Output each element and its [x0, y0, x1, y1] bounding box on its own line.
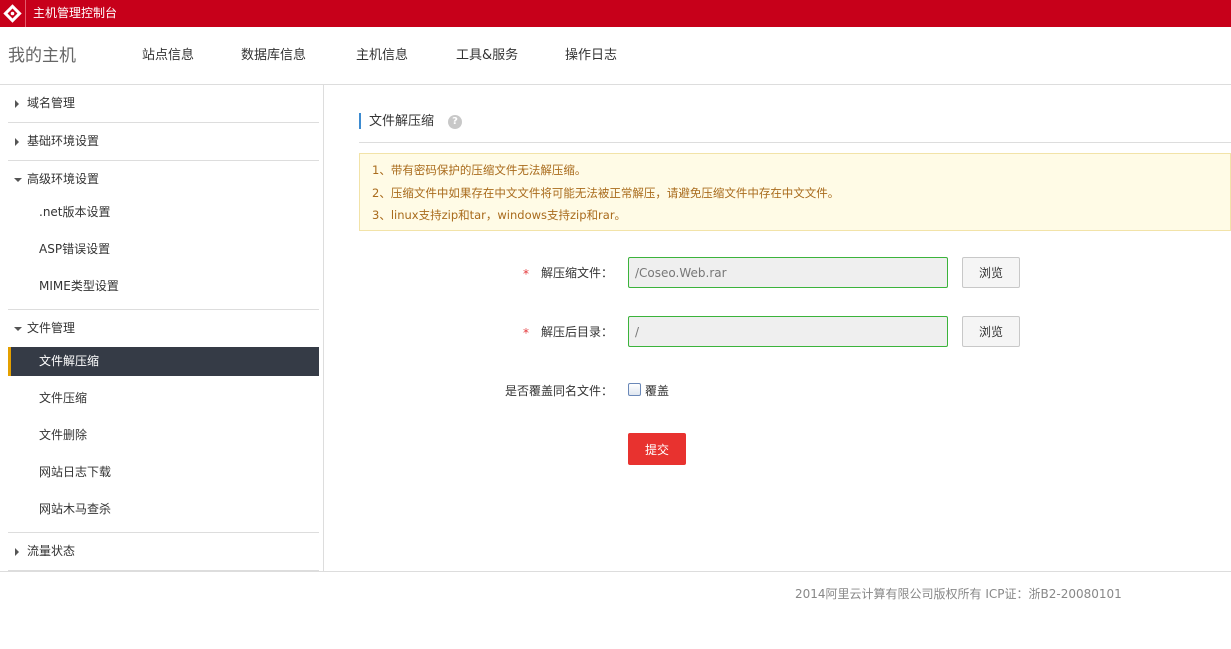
sidebar-group-file-manage[interactable]: 文件管理	[8, 310, 319, 348]
browse-target-button[interactable]: 浏览	[962, 316, 1020, 347]
required-mark: *	[523, 326, 529, 340]
caret-down-icon	[14, 327, 22, 331]
overwrite-checkbox[interactable]	[628, 383, 641, 396]
caret-right-icon	[15, 548, 19, 556]
caret-right-icon	[15, 100, 19, 108]
caret-down-icon	[14, 178, 22, 182]
sidebar-group-basic-env[interactable]: 基础环境设置	[8, 123, 319, 161]
notice-box: 1、带有密码保护的压缩文件无法解压缩。 2、压缩文件中如果存在中文文件将可能无法…	[359, 153, 1231, 231]
app-title: 主机管理控制台	[33, 6, 118, 20]
question-icon[interactable]: ?	[448, 115, 462, 129]
sidebar-item-label: MIME类型设置	[39, 279, 119, 293]
sidebar-item-label: 网站木马查杀	[39, 502, 112, 516]
sidebar-group-label: 高级环境设置	[27, 172, 100, 186]
sidebar-item-file-delete[interactable]: 文件删除	[8, 421, 319, 450]
nav-tools-services[interactable]: 工具&服务	[456, 48, 518, 64]
aliyun-logo-icon[interactable]	[0, 0, 26, 27]
sidebar-group-advanced-env[interactable]: 高级环境设置	[8, 161, 319, 199]
caret-right-icon	[15, 138, 19, 146]
sidebar-item-label: .net版本设置	[39, 205, 111, 219]
nav-site-info[interactable]: 站点信息	[142, 48, 194, 64]
notice-line: 1、带有密码保护的压缩文件无法解压缩。	[372, 163, 587, 177]
submit-button[interactable]: 提交	[628, 433, 686, 465]
nav-database-info[interactable]: 数据库信息	[241, 48, 306, 64]
sidebar-item-trojan-scan[interactable]: 网站木马查杀	[8, 495, 319, 524]
sidebar-item-label: 文件解压缩	[39, 354, 100, 368]
sidebar-group-label: 流量状态	[27, 544, 76, 558]
footer-divider	[0, 571, 1231, 572]
brand-title[interactable]: 我的主机	[8, 46, 76, 66]
archive-file-label: 解压缩文件：	[541, 266, 614, 280]
overwrite-label: 是否覆盖同名文件：	[505, 384, 614, 398]
sidebar-item-label: ASP错误设置	[39, 242, 111, 256]
sidebar-group-traffic[interactable]: 流量状态	[8, 533, 319, 571]
main-nav: 我的主机 站点信息 数据库信息 主机信息 工具&服务 操作日志	[0, 27, 1231, 85]
sidebar-group-label: 文件管理	[27, 321, 76, 335]
sidebar-item-file-zip[interactable]: 文件压缩	[8, 384, 319, 413]
browse-archive-button[interactable]: 浏览	[962, 257, 1020, 288]
footer-copyright: 2014阿里云计算有限公司版权所有 ICP证：浙B2-20080101	[795, 587, 1122, 601]
sidebar-item-label: 文件删除	[39, 428, 88, 442]
required-mark: *	[523, 267, 529, 281]
content-header: 文件解压缩 ?	[359, 112, 1231, 143]
sidebar-item-asp-error[interactable]: ASP错误设置	[8, 235, 319, 264]
nav-host-info[interactable]: 主机信息	[356, 48, 408, 64]
sidebar-item-label: 文件压缩	[39, 391, 88, 405]
overwrite-option-label[interactable]: 覆盖	[645, 384, 669, 399]
notice-line: 3、linux支持zip和tar，windows支持zip和rar。	[372, 208, 627, 222]
target-dir-label: 解压后目录：	[541, 325, 614, 339]
sidebar-group-label: 基础环境设置	[27, 134, 100, 148]
sidebar-item-log-download[interactable]: 网站日志下载	[8, 458, 319, 487]
sidebar-item-net-version[interactable]: .net版本设置	[8, 198, 319, 227]
top-bar: 主机管理控制台	[0, 0, 1231, 27]
sidebar-item-label: 网站日志下载	[39, 465, 112, 479]
archive-file-input[interactable]	[628, 257, 948, 288]
nav-operation-log[interactable]: 操作日志	[565, 48, 617, 64]
page-title: 文件解压缩	[369, 114, 435, 129]
target-dir-input[interactable]	[628, 316, 948, 347]
title-accent-bar	[359, 113, 361, 129]
sidebar-item-file-unzip[interactable]: 文件解压缩	[8, 347, 319, 376]
sidebar-item-mime-type[interactable]: MIME类型设置	[8, 272, 319, 301]
notice-line: 2、压缩文件中如果存在中文文件将可能无法被正常解压，请避免压缩文件中存在中文文件…	[372, 186, 840, 200]
sidebar-group-domain[interactable]: 域名管理	[8, 85, 319, 123]
sidebar-group-label: 域名管理	[27, 96, 76, 110]
